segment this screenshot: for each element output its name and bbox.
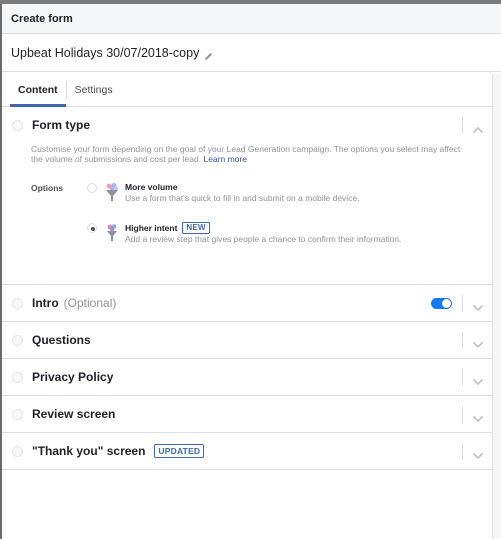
section-header-intro[interactable]: Intro (Optional) [2, 285, 492, 321]
divider [462, 331, 463, 349]
option-title: Higher intent NEW [125, 222, 401, 234]
section-header-form-type[interactable]: Form type [2, 107, 492, 143]
dialog-header: Create form [2, 4, 501, 34]
section-form-type: Form type Customise your form depending … [2, 107, 492, 285]
create-form-dialog: Create form Upbeat Holidays 30/07/2018-c… [2, 4, 501, 539]
option-higher-intent[interactable]: Higher intent NEW Add a review step that… [87, 222, 401, 245]
content-panel: Content Settings Form type Customise you… [2, 74, 493, 539]
divider [462, 405, 463, 423]
section-title: Privacy Policy [32, 370, 114, 384]
section-title: Review screen [32, 407, 116, 421]
section-questions: Questions [2, 322, 492, 359]
options-label: Options [31, 183, 64, 193]
updated-badge: UPDATED [154, 444, 205, 458]
pencil-icon[interactable] [204, 48, 213, 60]
option-description: Use a form that's quick to fill in and s… [125, 193, 360, 203]
optional-label: (Optional) [63, 296, 117, 310]
tab-bar: Content Settings [2, 74, 492, 107]
divider [462, 442, 463, 460]
section-thank-you-screen: "Thank you" screen UPDATED [2, 433, 492, 470]
section-title: Intro (Optional) [32, 296, 117, 310]
status-circle-icon [12, 445, 23, 457]
status-circle-icon [12, 297, 23, 309]
section-title: "Thank you" screen [32, 444, 146, 458]
status-circle-icon [12, 408, 23, 420]
chevron-down-icon[interactable] [472, 336, 484, 349]
form-name[interactable]: Upbeat Holidays 30/07/2018-copy [11, 46, 199, 60]
status-circle-icon [12, 119, 23, 131]
chevron-down-icon[interactable] [472, 299, 484, 312]
dialog-title: Create form [11, 12, 73, 25]
scrollbar[interactable] [493, 74, 501, 539]
funnel-icon [105, 222, 119, 242]
section-title: Questions [32, 333, 91, 347]
learn-more-link[interactable]: Learn more [203, 154, 246, 164]
option-more-volume[interactable]: More volume Use a form that's quick to f… [87, 182, 360, 204]
form-type-description: Customise your form depending on the goa… [31, 144, 461, 164]
tab-content[interactable]: Content [10, 74, 66, 107]
new-badge: NEW [182, 222, 210, 234]
divider [462, 294, 463, 312]
chevron-down-icon[interactable] [472, 373, 484, 386]
form-name-row[interactable]: Upbeat Holidays 30/07/2018-copy [2, 34, 501, 72]
divider [462, 116, 463, 134]
section-header-thank-you-screen[interactable]: "Thank you" screen UPDATED [2, 433, 492, 469]
section-review-screen: Review screen [2, 396, 492, 433]
section-intro: Intro (Optional) [2, 285, 492, 322]
section-privacy-policy: Privacy Policy [2, 359, 492, 396]
divider [462, 368, 463, 386]
section-header-review-screen[interactable]: Review screen [2, 396, 492, 432]
form-type-body: Customise your form depending on the goa… [2, 144, 492, 284]
status-circle-icon [12, 371, 23, 383]
option-description: Add a review step that gives people a ch… [125, 234, 402, 244]
section-header-privacy-policy[interactable]: Privacy Policy [2, 359, 492, 395]
option-title: More volume [125, 182, 178, 192]
status-circle-icon [12, 334, 23, 346]
chevron-down-icon[interactable] [472, 410, 484, 423]
section-title: Form type [32, 118, 91, 132]
option-radio[interactable] [87, 183, 97, 193]
section-header-questions[interactable]: Questions [2, 322, 492, 358]
chevron-down-icon[interactable] [472, 447, 484, 460]
intro-toggle[interactable] [431, 297, 452, 309]
option-radio-selected[interactable] [87, 223, 97, 233]
tab-settings[interactable]: Settings [67, 74, 121, 106]
funnel-icon [105, 182, 119, 202]
chevron-up-icon[interactable] [472, 121, 484, 134]
